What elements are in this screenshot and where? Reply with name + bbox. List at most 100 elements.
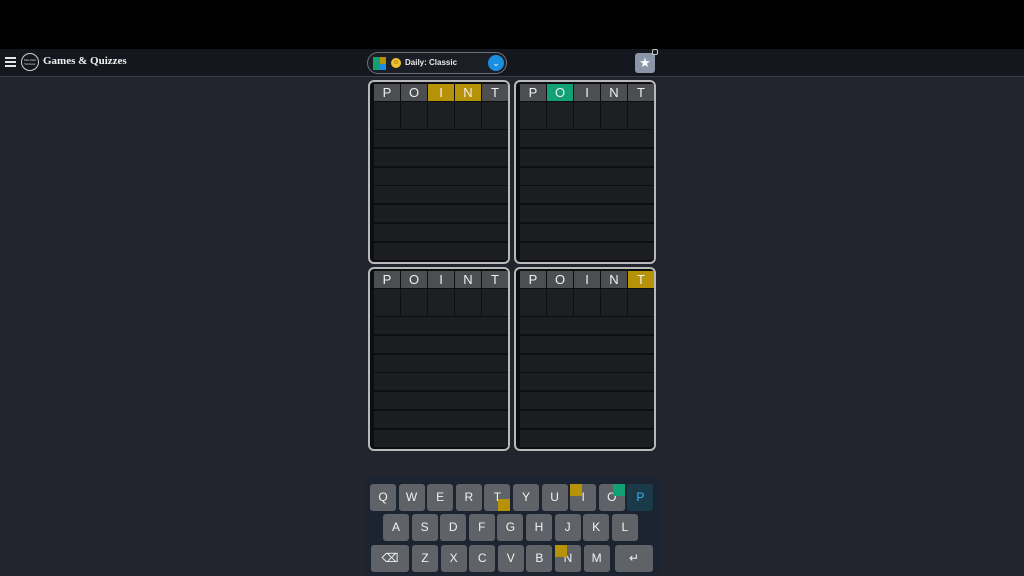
key-label: P <box>636 490 645 504</box>
key-m[interactable]: M <box>583 545 610 572</box>
empty-tile <box>520 289 546 316</box>
empty-tile <box>547 289 573 316</box>
hint-marker <box>612 484 625 496</box>
empty-guess-row <box>520 354 654 372</box>
key-b[interactable]: B <box>526 545 553 572</box>
key-f[interactable]: F <box>468 514 495 541</box>
key-l[interactable]: L <box>611 514 638 541</box>
guess-row: POINT <box>520 84 654 102</box>
key-label: G <box>505 520 516 534</box>
backspace-key[interactable]: ⌫ <box>371 545 409 572</box>
empty-tile <box>401 289 427 316</box>
empty-tile <box>428 102 454 129</box>
letter-tile: T <box>628 84 654 101</box>
key-y[interactable]: Y <box>513 484 539 511</box>
key-e[interactable]: E <box>427 484 454 511</box>
current-input-row <box>374 289 508 316</box>
empty-tile <box>374 102 400 129</box>
key-label: L <box>621 520 629 534</box>
empty-tile <box>547 102 573 129</box>
empty-tile <box>574 102 600 129</box>
smiley-icon: ☺ <box>391 58 401 68</box>
empty-tile <box>628 102 654 129</box>
letter-tile: O <box>401 271 427 288</box>
navigation-bar: Merriam Webster Games & Quizzes <box>0 49 1024 77</box>
key-k[interactable]: K <box>583 514 610 541</box>
letter-tile: N <box>601 84 627 101</box>
empty-guess-row <box>374 148 508 166</box>
key-t[interactable]: T <box>484 484 511 511</box>
empty-tile <box>601 289 627 316</box>
key-j[interactable]: J <box>554 514 581 541</box>
key-label: D <box>448 520 458 534</box>
favorite-star-button[interactable]: ★ <box>635 49 658 73</box>
top-black-bar <box>0 0 1024 49</box>
letter-tile: N <box>455 84 481 101</box>
menu-icon[interactable] <box>5 57 16 67</box>
key-q[interactable]: Q <box>370 484 396 511</box>
letter-tile: T <box>628 271 654 288</box>
guess-row: POINT <box>374 271 508 289</box>
letter-tile: T <box>482 271 508 288</box>
current-input-row <box>374 102 508 129</box>
puzzle-board-1: POINT <box>368 80 510 264</box>
key-label: R <box>464 490 474 504</box>
enter-key[interactable]: ↵ <box>615 545 653 572</box>
empty-guess-row <box>374 354 508 372</box>
empty-guess-row <box>374 429 508 447</box>
key-n[interactable]: N <box>555 545 581 572</box>
key-s[interactable]: S <box>411 514 438 541</box>
guess-row: POINT <box>374 84 508 102</box>
empty-guess-row <box>374 130 508 147</box>
letter-tile: N <box>455 271 481 288</box>
puzzle-board-3: POINT <box>368 267 510 451</box>
empty-tile <box>628 289 654 316</box>
empty-guess-row <box>520 373 654 391</box>
puzzle-board-2: POINT <box>514 80 656 264</box>
brand-title[interactable]: Games & Quizzes <box>43 55 127 67</box>
key-c[interactable]: C <box>469 545 496 572</box>
key-r[interactable]: R <box>455 484 482 511</box>
chevron-down-icon[interactable]: ⌄ <box>488 55 504 71</box>
empty-guess-row <box>520 429 654 447</box>
key-x[interactable]: X <box>440 545 467 572</box>
empty-guess-row <box>520 205 654 223</box>
empty-guess-row <box>520 148 654 166</box>
key-p[interactable]: P <box>627 484 654 511</box>
key-g[interactable]: G <box>497 514 524 541</box>
key-label: U <box>550 490 559 504</box>
letter-tile: I <box>428 84 454 101</box>
key-a[interactable]: A <box>383 514 409 541</box>
key-label: X <box>449 551 458 565</box>
site-logo[interactable]: Merriam Webster <box>21 53 39 71</box>
hint-marker <box>498 499 511 511</box>
guess-row: POINT <box>520 271 654 289</box>
key-z[interactable]: Z <box>412 545 438 572</box>
empty-guess-row <box>520 411 654 428</box>
key-label: Z <box>421 551 429 565</box>
key-d[interactable]: D <box>440 514 467 541</box>
empty-tile <box>455 102 481 129</box>
key-label: H <box>534 520 544 534</box>
letter-tile: P <box>374 84 400 101</box>
key-o[interactable]: O <box>598 484 625 511</box>
hint-marker <box>570 484 583 496</box>
key-h[interactable]: H <box>526 514 552 541</box>
empty-guess-row <box>374 411 508 428</box>
empty-guess-row <box>520 167 654 185</box>
letter-tile: N <box>601 271 627 288</box>
empty-tile <box>574 289 600 316</box>
key-v[interactable]: V <box>497 545 524 572</box>
key-label: V <box>506 551 515 565</box>
letter-tile: I <box>574 84 600 101</box>
empty-tile <box>482 289 508 316</box>
key-label: M <box>591 551 602 565</box>
key-i[interactable]: I <box>570 484 597 511</box>
letter-tile: P <box>520 271 546 288</box>
key-w[interactable]: W <box>398 484 425 511</box>
game-mode-selector[interactable]: ☺ Daily: Classic ⌄ <box>367 52 507 74</box>
key-u[interactable]: U <box>541 484 568 511</box>
key-label: C <box>477 551 487 565</box>
key-label: Q <box>378 490 388 504</box>
letter-tile: O <box>401 84 427 101</box>
